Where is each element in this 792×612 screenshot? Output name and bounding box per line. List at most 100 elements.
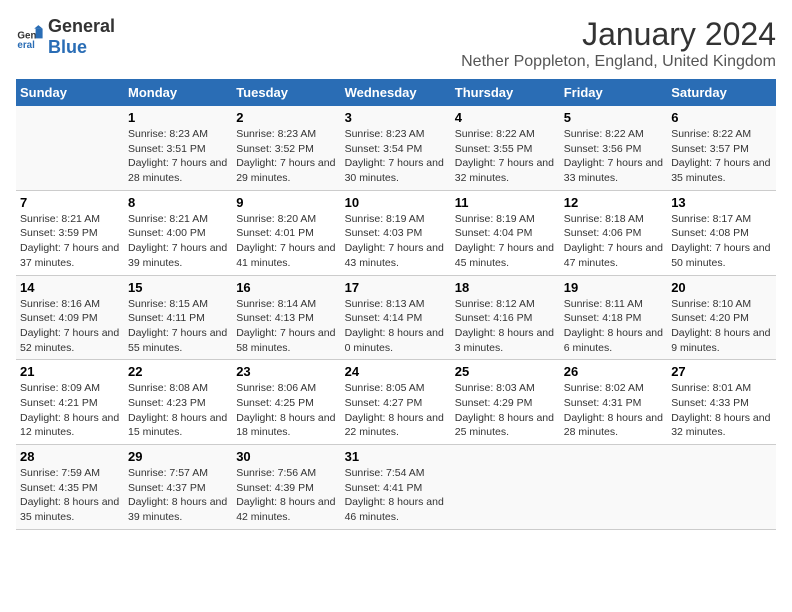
- calendar-cell: 17 Sunrise: 8:13 AMSunset: 4:14 PMDayligh…: [341, 275, 451, 360]
- cell-content: Sunrise: 8:23 AMSunset: 3:52 PMDaylight:…: [236, 127, 336, 186]
- cell-content: Sunrise: 8:11 AMSunset: 4:18 PMDaylight:…: [564, 297, 663, 356]
- table-body: 1 Sunrise: 8:23 AMSunset: 3:51 PMDaylight…: [16, 106, 776, 529]
- calendar-cell: [451, 445, 560, 530]
- cell-content: Sunrise: 8:13 AMSunset: 4:14 PMDaylight:…: [345, 297, 447, 356]
- cell-content: Sunrise: 8:18 AMSunset: 4:06 PMDaylight:…: [564, 212, 663, 271]
- day-number: 15: [128, 280, 228, 295]
- day-number: 4: [455, 110, 556, 125]
- cell-content: Sunrise: 8:09 AMSunset: 4:21 PMDaylight:…: [20, 381, 120, 440]
- day-number: 6: [671, 110, 772, 125]
- col-header-wednesday: Wednesday: [341, 79, 451, 106]
- cell-content: Sunrise: 8:01 AMSunset: 4:33 PMDaylight:…: [671, 381, 772, 440]
- cell-content: Sunrise: 8:08 AMSunset: 4:23 PMDaylight:…: [128, 381, 228, 440]
- title-area: January 2024 Nether Poppleton, England, …: [461, 16, 776, 71]
- cell-content: Sunrise: 7:54 AMSunset: 4:41 PMDaylight:…: [345, 466, 447, 525]
- main-title: January 2024: [461, 16, 776, 53]
- day-number: 2: [236, 110, 336, 125]
- calendar-cell: 26Sunrise: 8:02 AMSunset: 4:31 PMDayligh…: [560, 360, 667, 445]
- day-number: 22: [128, 364, 228, 379]
- col-header-sunday: Sunday: [16, 79, 124, 106]
- cell-content: Sunrise: 8:20 AMSunset: 4:01 PMDaylight:…: [236, 212, 336, 271]
- calendar-cell: 19 Sunrise: 8:11 AMSunset: 4:18 PMDayligh…: [560, 275, 667, 360]
- calendar-table: SundayMondayTuesdayWednesdayThursdayFrid…: [16, 79, 776, 530]
- day-number: 17: [345, 280, 447, 295]
- day-number: 28: [20, 449, 120, 464]
- cell-content: Sunrise: 8:15 AMSunset: 4:11 PMDaylight:…: [128, 297, 228, 356]
- cell-content: Sunrise: 8:21 AMSunset: 3:59 PMDaylight:…: [20, 212, 120, 271]
- calendar-cell: 22 Sunrise: 8:08 AMSunset: 4:23 PMDayligh…: [124, 360, 232, 445]
- calendar-cell: [560, 445, 667, 530]
- col-header-tuesday: Tuesday: [232, 79, 340, 106]
- table-row: 7 Sunrise: 8:21 AMSunset: 3:59 PMDaylight…: [16, 190, 776, 275]
- calendar-cell: 2 Sunrise: 8:23 AMSunset: 3:52 PMDaylight…: [232, 106, 340, 190]
- header: Gen eral General Blue January 2024 Nethe…: [16, 16, 776, 71]
- calendar-cell: 21 Sunrise: 8:09 AMSunset: 4:21 PMDayligh…: [16, 360, 124, 445]
- table-row: 1 Sunrise: 8:23 AMSunset: 3:51 PMDaylight…: [16, 106, 776, 190]
- cell-content: Sunrise: 8:17 AMSunset: 4:08 PMDaylight:…: [671, 212, 772, 271]
- col-header-saturday: Saturday: [667, 79, 776, 106]
- calendar-cell: 24 Sunrise: 8:05 AMSunset: 4:27 PMDayligh…: [341, 360, 451, 445]
- cell-content: Sunrise: 7:57 AMSunset: 4:37 PMDaylight:…: [128, 466, 228, 525]
- calendar-cell: 29 Sunrise: 7:57 AMSunset: 4:37 PMDayligh…: [124, 445, 232, 530]
- cell-content: Sunrise: 8:10 AMSunset: 4:20 PMDaylight:…: [671, 297, 772, 356]
- cell-content: Sunrise: 8:23 AMSunset: 3:51 PMDaylight:…: [128, 127, 228, 186]
- day-number: 3: [345, 110, 447, 125]
- cell-content: Sunrise: 8:19 AMSunset: 4:04 PMDaylight:…: [455, 212, 556, 271]
- cell-content: Sunrise: 8:12 AMSunset: 4:16 PMDaylight:…: [455, 297, 556, 356]
- calendar-cell: 15 Sunrise: 8:15 AMSunset: 4:11 PMDayligh…: [124, 275, 232, 360]
- cell-content: Sunrise: 8:03 AMSunset: 4:29 PMDaylight:…: [455, 381, 556, 440]
- calendar-cell: 13Sunrise: 8:17 AMSunset: 4:08 PMDayligh…: [667, 190, 776, 275]
- cell-content: Sunrise: 8:22 AMSunset: 3:57 PMDaylight:…: [671, 127, 772, 186]
- calendar-cell: 30 Sunrise: 7:56 AMSunset: 4:39 PMDayligh…: [232, 445, 340, 530]
- day-number: 7: [20, 195, 120, 210]
- logo-text: General Blue: [48, 16, 115, 58]
- cell-content: Sunrise: 8:22 AMSunset: 3:56 PMDaylight:…: [564, 127, 663, 186]
- calendar-cell: 25Sunrise: 8:03 AMSunset: 4:29 PMDayligh…: [451, 360, 560, 445]
- logo: Gen eral General Blue: [16, 16, 115, 58]
- cell-content: Sunrise: 8:16 AMSunset: 4:09 PMDaylight:…: [20, 297, 120, 356]
- cell-content: Sunrise: 8:06 AMSunset: 4:25 PMDaylight:…: [236, 381, 336, 440]
- day-number: 29: [128, 449, 228, 464]
- day-number: 21: [20, 364, 120, 379]
- logo-blue: Blue: [48, 37, 87, 57]
- calendar-cell: 12 Sunrise: 8:18 AMSunset: 4:06 PMDayligh…: [560, 190, 667, 275]
- day-number: 19: [564, 280, 663, 295]
- col-header-thursday: Thursday: [451, 79, 560, 106]
- table-row: 14Sunrise: 8:16 AMSunset: 4:09 PMDayligh…: [16, 275, 776, 360]
- cell-content: Sunrise: 8:22 AMSunset: 3:55 PMDaylight:…: [455, 127, 556, 186]
- calendar-cell: 5Sunrise: 8:22 AMSunset: 3:56 PMDaylight…: [560, 106, 667, 190]
- day-number: 18: [455, 280, 556, 295]
- col-header-friday: Friday: [560, 79, 667, 106]
- col-header-monday: Monday: [124, 79, 232, 106]
- calendar-cell: 20Sunrise: 8:10 AMSunset: 4:20 PMDayligh…: [667, 275, 776, 360]
- calendar-cell: 6 Sunrise: 8:22 AMSunset: 3:57 PMDaylight…: [667, 106, 776, 190]
- calendar-cell: 10Sunrise: 8:19 AMSunset: 4:03 PMDayligh…: [341, 190, 451, 275]
- calendar-cell: 14Sunrise: 8:16 AMSunset: 4:09 PMDayligh…: [16, 275, 124, 360]
- day-number: 8: [128, 195, 228, 210]
- day-number: 31: [345, 449, 447, 464]
- cell-content: Sunrise: 8:05 AMSunset: 4:27 PMDaylight:…: [345, 381, 447, 440]
- calendar-cell: 27Sunrise: 8:01 AMSunset: 4:33 PMDayligh…: [667, 360, 776, 445]
- cell-content: Sunrise: 8:02 AMSunset: 4:31 PMDaylight:…: [564, 381, 663, 440]
- table-row: 21 Sunrise: 8:09 AMSunset: 4:21 PMDayligh…: [16, 360, 776, 445]
- calendar-cell: 3Sunrise: 8:23 AMSunset: 3:54 PMDaylight…: [341, 106, 451, 190]
- cell-content: Sunrise: 8:21 AMSunset: 4:00 PMDaylight:…: [128, 212, 228, 271]
- day-number: 23: [236, 364, 336, 379]
- calendar-cell: [667, 445, 776, 530]
- cell-content: Sunrise: 8:19 AMSunset: 4:03 PMDaylight:…: [345, 212, 447, 271]
- header-row: SundayMondayTuesdayWednesdayThursdayFrid…: [16, 79, 776, 106]
- table-header: SundayMondayTuesdayWednesdayThursdayFrid…: [16, 79, 776, 106]
- calendar-cell: 8 Sunrise: 8:21 AMSunset: 4:00 PMDaylight…: [124, 190, 232, 275]
- subtitle: Nether Poppleton, England, United Kingdo…: [461, 53, 776, 71]
- cell-content: Sunrise: 8:14 AMSunset: 4:13 PMDaylight:…: [236, 297, 336, 356]
- day-number: 1: [128, 110, 228, 125]
- cell-content: Sunrise: 7:56 AMSunset: 4:39 PMDaylight:…: [236, 466, 336, 525]
- day-number: 24: [345, 364, 447, 379]
- day-number: 12: [564, 195, 663, 210]
- calendar-cell: 23 Sunrise: 8:06 AMSunset: 4:25 PMDayligh…: [232, 360, 340, 445]
- calendar-cell: 1 Sunrise: 8:23 AMSunset: 3:51 PMDaylight…: [124, 106, 232, 190]
- day-number: 30: [236, 449, 336, 464]
- day-number: 16: [236, 280, 336, 295]
- day-number: 11: [455, 195, 556, 210]
- day-number: 9: [236, 195, 336, 210]
